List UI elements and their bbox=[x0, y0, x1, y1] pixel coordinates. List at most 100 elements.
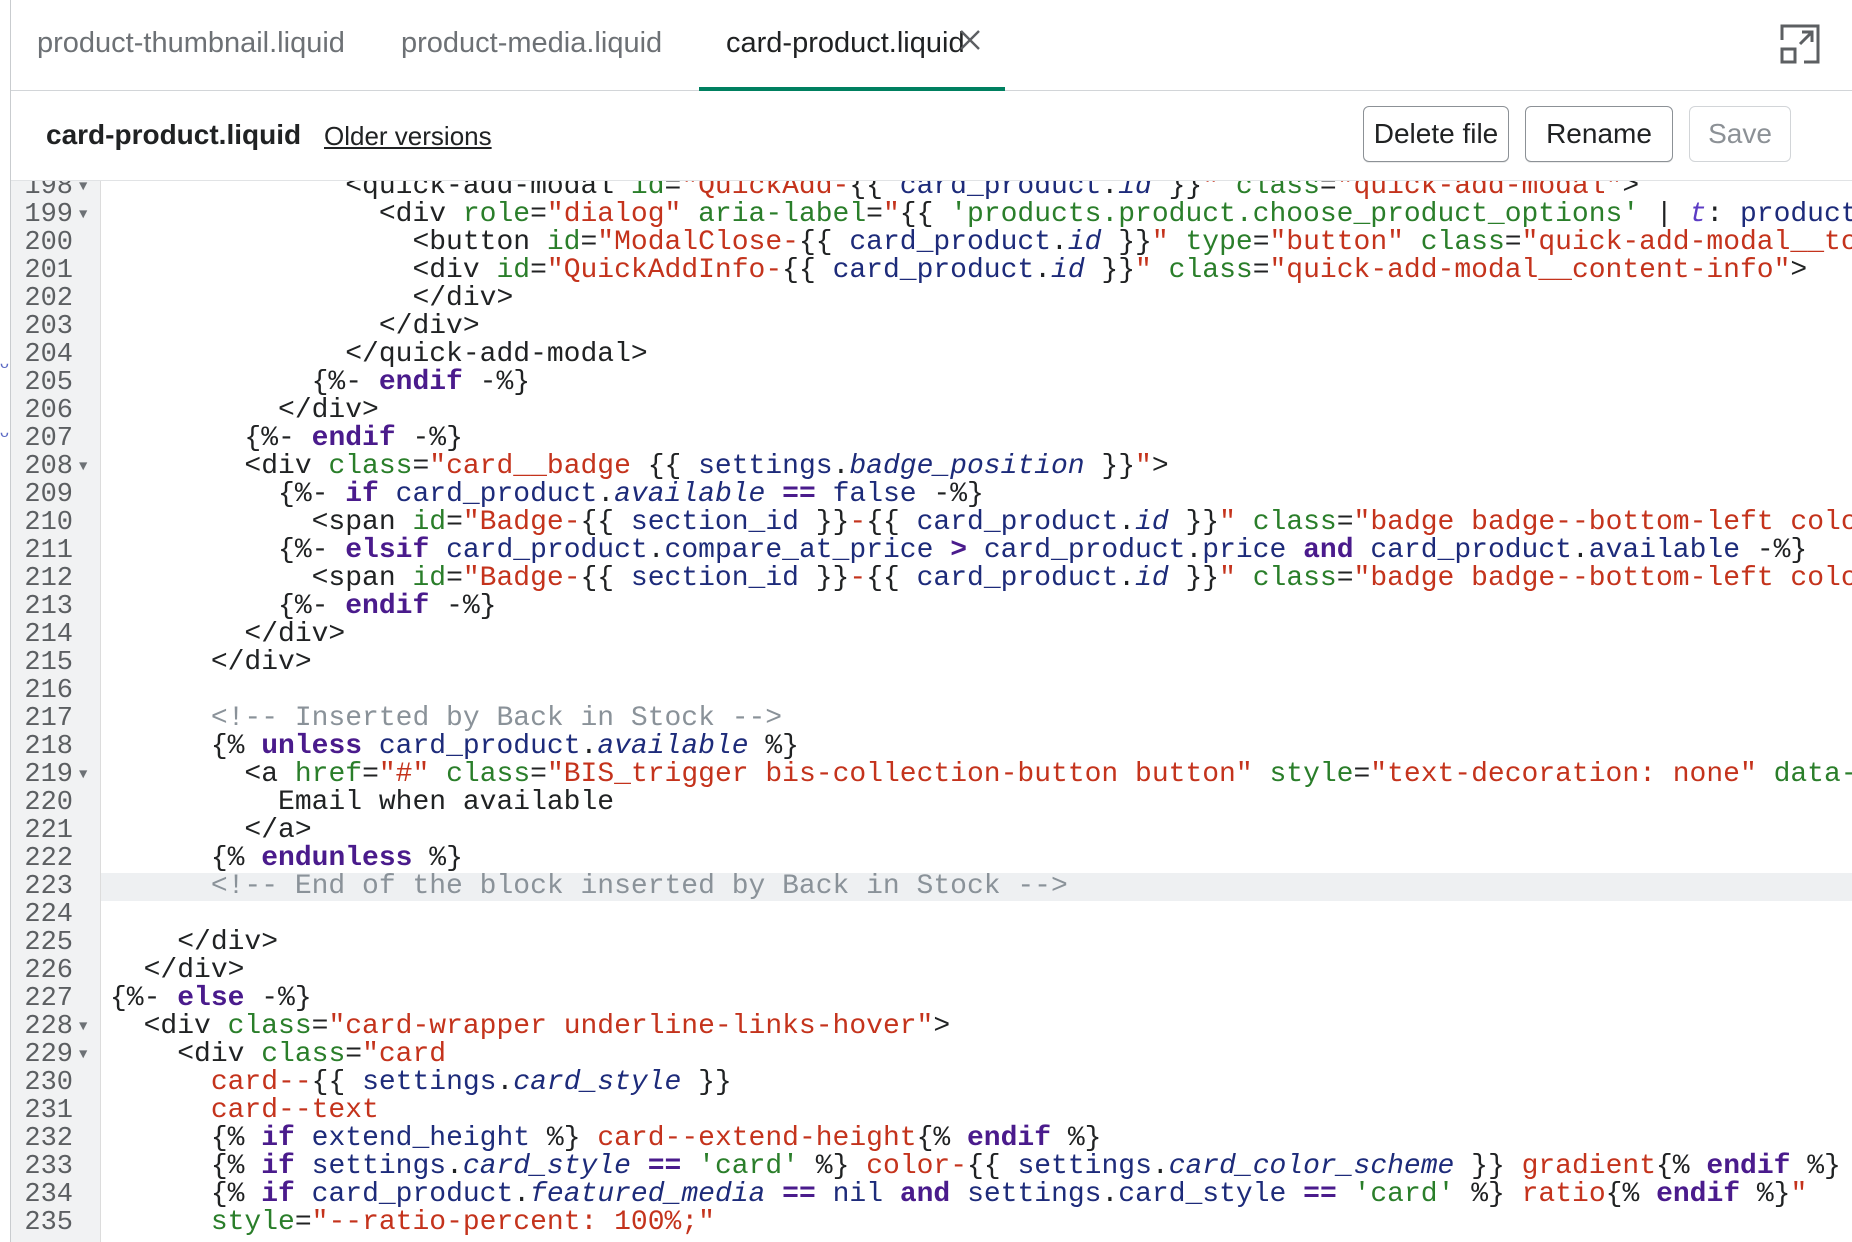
code-line[interactable]: 211 {%- elsif card_product.compare_at_pr… bbox=[11, 536, 1852, 566]
code-text: <span id="Badge-{{ section_id }}-{{ card… bbox=[110, 507, 1852, 538]
line-number: 216 bbox=[24, 676, 73, 706]
code-text: card--text bbox=[110, 1095, 379, 1126]
code-text: {% if settings.card_style == 'card' %} c… bbox=[110, 1151, 1841, 1182]
line-number: 199 bbox=[24, 200, 73, 230]
fold-arrow-icon[interactable]: ▼ bbox=[79, 201, 87, 229]
code-text: <!-- End of the block inserted by Back i… bbox=[110, 871, 1068, 902]
code-line[interactable]: 203 </div> bbox=[11, 311, 1852, 342]
code-line[interactable]: 220 Email when available bbox=[11, 787, 1852, 818]
code-line[interactable]: 200 <button id="ModalClose-{{ card_produ… bbox=[11, 227, 1852, 258]
code-line[interactable]: 229 ▼ <div class="card bbox=[11, 1039, 1852, 1070]
code-line[interactable]: 233 {% if settings.card_style == 'card' … bbox=[11, 1151, 1852, 1182]
code-text: <div class="card bbox=[110, 1039, 447, 1070]
code-text: {%- else -%} bbox=[110, 983, 312, 1014]
line-number: 226 bbox=[24, 956, 73, 986]
code-text: </div> bbox=[110, 311, 480, 342]
fold-arrow-icon[interactable]: ▼ bbox=[79, 181, 87, 201]
change-marker: ᴗ bbox=[0, 424, 9, 441]
code-line[interactable]: 234 {% if card_product.featured_media ==… bbox=[11, 1181, 1852, 1210]
line-number: 204 bbox=[24, 340, 73, 370]
older-versions-link[interactable]: Older versions bbox=[324, 91, 492, 181]
code-text: {% if extend_height %} card--extend-heig… bbox=[110, 1123, 1102, 1154]
code-line[interactable]: 212 <span id="Badge-{{ section_id }}-{{ … bbox=[11, 563, 1852, 594]
code-line[interactable]: 208 ▼ <div class="card__badge {{ settings… bbox=[11, 452, 1852, 482]
code-line[interactable]: 223 <!-- End of the block inserted by Ba… bbox=[11, 871, 1852, 902]
line-number: 231 bbox=[24, 1096, 73, 1126]
tab-label: card-product.liquid bbox=[726, 27, 965, 59]
code-text: </div> bbox=[110, 283, 514, 314]
code-text: card--{{ settings.card_style }} bbox=[110, 1067, 732, 1098]
code-text: </div> bbox=[110, 927, 279, 958]
line-number: 230 bbox=[24, 1068, 73, 1098]
code-line[interactable]: 209 {%- if card_product.available == fal… bbox=[11, 479, 1852, 510]
tab-product-thumbnail[interactable]: product-thumbnail.liquid bbox=[37, 0, 345, 90]
code-line[interactable]: 199 ▼ <div role="dialog" aria-label="{{ '… bbox=[11, 200, 1852, 230]
code-line[interactable]: 232 {% if extend_height %} card--extend-… bbox=[11, 1123, 1852, 1154]
code-line[interactable]: 230 card--{{ settings.card_style }} bbox=[11, 1067, 1852, 1098]
close-icon[interactable] bbox=[955, 27, 985, 57]
code-line[interactable]: 214 </div> bbox=[11, 619, 1852, 650]
code-text: <button id="ModalClose-{{ card_product.i… bbox=[110, 227, 1852, 258]
rename-button[interactable]: Rename bbox=[1525, 106, 1673, 162]
code-line[interactable]: 217 <!-- Inserted by Back in Stock --> bbox=[11, 704, 1852, 734]
code-line[interactable]: 219 ▼ <a href="#" class="BIS_trigger bis-… bbox=[11, 760, 1852, 790]
code-line[interactable]: 213 {%- endif -%} bbox=[11, 592, 1852, 622]
line-number: 205 bbox=[24, 368, 73, 398]
code-text: {% unless card_product.available %} bbox=[110, 731, 799, 762]
code-line[interactable]: 198 ▼ <quick-add-modal id="QuickAdd-{{ ca… bbox=[11, 181, 1852, 201]
line-number: 200 bbox=[24, 228, 73, 258]
fold-arrow-icon[interactable]: ▼ bbox=[79, 453, 87, 481]
line-number: 228 bbox=[24, 1012, 73, 1042]
fold-arrow-icon[interactable]: ▼ bbox=[79, 761, 87, 789]
code-line[interactable]: 235 style="--ratio-percent: 100%;" bbox=[11, 1207, 1852, 1238]
code-line[interactable]: 228 ▼ <div class="card-wrapper underline-… bbox=[11, 1012, 1852, 1042]
code-text: style="--ratio-percent: 100%;" bbox=[110, 1207, 715, 1238]
code-line[interactable]: 231 card--text bbox=[11, 1095, 1852, 1126]
tab-product-media[interactable]: product-media.liquid bbox=[401, 0, 662, 90]
code-line[interactable]: 221 </a> bbox=[11, 815, 1852, 846]
change-marker: ᴗ bbox=[0, 355, 9, 372]
line-number: 198 bbox=[24, 181, 73, 202]
line-number: 221 bbox=[24, 816, 73, 846]
code-text: </div> bbox=[110, 647, 312, 678]
code-line[interactable]: 222 {% endunless %} bbox=[11, 843, 1852, 874]
code-text: </div> bbox=[110, 619, 346, 650]
code-text: Email when available bbox=[110, 787, 615, 818]
delete-file-button[interactable]: Delete file bbox=[1363, 106, 1509, 162]
code-line[interactable]: 201 <div id="QuickAddInfo-{{ card_produc… bbox=[11, 257, 1852, 286]
code-line[interactable]: 210 <span id="Badge-{{ section_id }}-{{ … bbox=[11, 507, 1852, 538]
code-line[interactable]: 215 </div> bbox=[11, 647, 1852, 678]
code-text: </a> bbox=[110, 815, 312, 846]
line-number: 213 bbox=[24, 592, 73, 622]
save-button[interactable]: Save bbox=[1689, 106, 1791, 162]
line-number: 217 bbox=[24, 704, 73, 734]
line-number: 211 bbox=[24, 536, 73, 566]
code-line[interactable]: 207 {%- endif -%} bbox=[11, 424, 1852, 454]
code-text: {% endunless %} bbox=[110, 843, 463, 874]
code-line[interactable]: 216 bbox=[11, 677, 1852, 705]
line-number: 208 bbox=[24, 452, 73, 482]
line-number: 235 bbox=[24, 1208, 73, 1238]
code-line[interactable]: 202 </div> bbox=[11, 283, 1852, 314]
line-number: 233 bbox=[24, 1152, 73, 1182]
code-line[interactable]: 227 {%- else -%} bbox=[11, 983, 1852, 1014]
line-number: 203 bbox=[24, 312, 73, 342]
fold-arrow-icon[interactable]: ▼ bbox=[79, 1041, 87, 1069]
fold-arrow-icon[interactable]: ▼ bbox=[79, 1013, 87, 1041]
code-line[interactable]: 225 </div> bbox=[11, 927, 1852, 958]
code-line[interactable]: 218 {% unless card_product.available %} bbox=[11, 731, 1852, 762]
code-text: <span id="Badge-{{ section_id }}-{{ card… bbox=[110, 563, 1852, 594]
line-number: 207 bbox=[24, 424, 73, 454]
code-text: {%- if card_product.available == false -… bbox=[110, 479, 984, 510]
line-number: 215 bbox=[24, 648, 73, 678]
code-line[interactable]: 224 bbox=[11, 901, 1852, 929]
code-editor[interactable]: 198 ▼ <quick-add-modal id="QuickAdd-{{ ca… bbox=[11, 181, 1852, 1242]
line-number: 219 bbox=[24, 760, 73, 790]
expand-icon[interactable] bbox=[1778, 22, 1822, 66]
tab-label: product-media.liquid bbox=[401, 27, 663, 59]
line-number: 218 bbox=[24, 732, 73, 762]
code-line[interactable]: 206 </div> bbox=[11, 397, 1852, 426]
code-line[interactable]: 204 </quick-add-modal> bbox=[11, 340, 1852, 370]
code-line[interactable]: 205 {%- endif -%} bbox=[11, 368, 1852, 398]
code-line[interactable]: 226 </div> bbox=[11, 956, 1852, 986]
